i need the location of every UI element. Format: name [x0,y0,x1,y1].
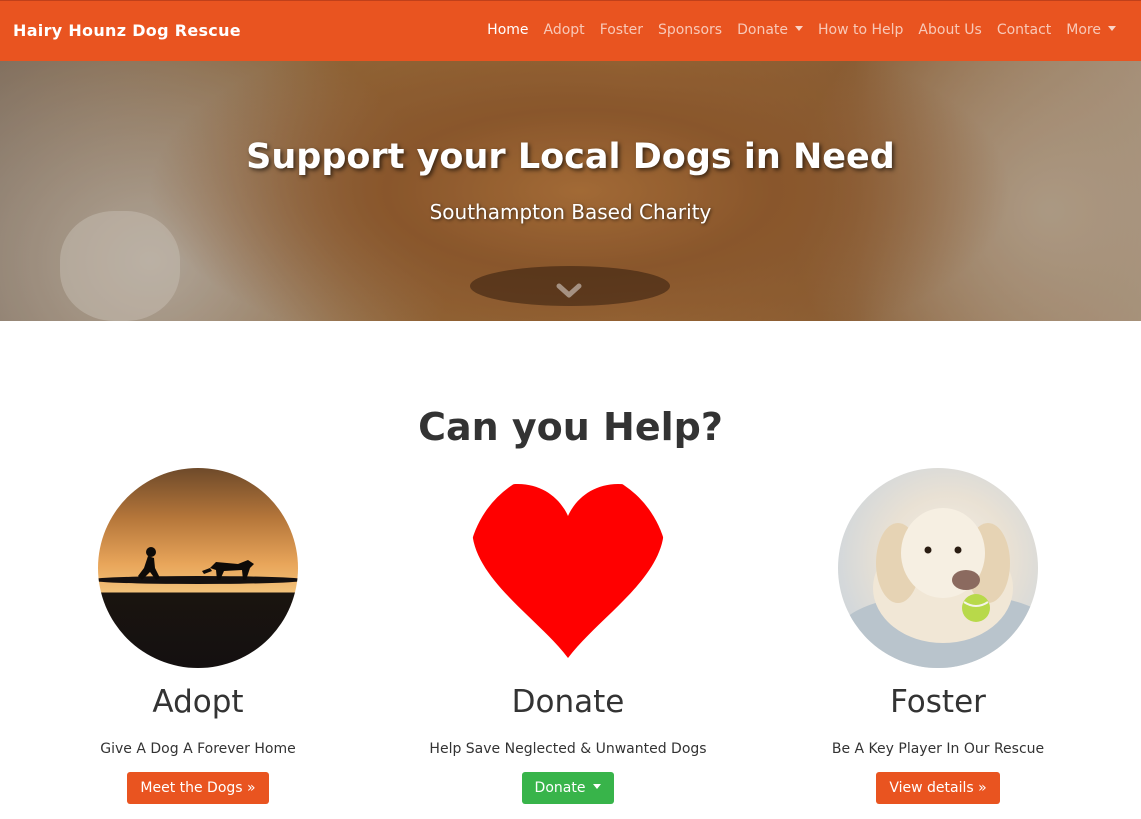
feature-text: Give A Dog A Forever Home [100,741,296,757]
feature-title: Foster [890,684,986,720]
nav-foster[interactable]: Foster [600,22,643,38]
nav-donate-label: Donate [737,22,788,38]
silhouette-image [98,547,298,584]
dog-photo-image [838,508,1038,668]
caret-down-icon [795,26,803,31]
brand-link[interactable]: Hairy Hounz Dog Rescue [13,21,241,40]
foster-image [838,468,1038,668]
nav-how-to-help[interactable]: How to Help [818,22,903,38]
section-heading: Can you Help? [418,405,723,449]
donate-dropdown-button[interactable]: Donate [521,772,615,804]
nav-donate-dropdown[interactable]: Donate [737,22,803,38]
meet-the-dogs-button[interactable]: Meet the Dogs » [127,772,269,804]
adopt-image [98,468,298,668]
hero-subtitle: Southampton Based Charity [429,200,712,224]
nav-contact[interactable]: Contact [997,22,1051,38]
feature-title: Donate [511,684,625,720]
nav-sponsors[interactable]: Sponsors [658,22,722,38]
feature-adopt: Adopt Give A Dog A Forever Home Meet the… [8,468,388,804]
donate-button-label: Donate [534,780,586,796]
caret-down-icon [593,784,602,789]
nav-home[interactable]: Home [487,22,528,38]
nav-about-us[interactable]: About Us [918,22,981,38]
hero-title: Support your Local Dogs in Need [246,137,895,177]
chevron-down-icon[interactable] [556,283,582,299]
feature-title: Adopt [152,684,244,720]
feature-text: Be A Key Player In Our Rescue [831,741,1045,757]
navbar: Hairy Hounz Dog Rescue Home Adopt Foster… [0,0,1141,61]
caret-down-icon [1108,26,1116,31]
heart-icon [468,468,668,668]
hero-overlay [0,61,1141,321]
feature-text: Help Save Neglected & Unwanted Dogs [429,741,707,757]
hero-banner: Support your Local Dogs in Need Southamp… [0,61,1141,321]
nav-more-dropdown[interactable]: More [1066,22,1116,38]
nav-links: Home Adopt Foster Sponsors Donate How to… [472,22,1116,38]
nav-more-label: More [1066,22,1101,38]
feature-donate: Donate Help Save Neglected & Unwanted Do… [378,468,758,804]
view-details-button[interactable]: View details » [876,772,1000,804]
feature-foster: Foster Be A Key Player In Our Rescue Vie… [748,468,1128,804]
nav-adopt[interactable]: Adopt [544,22,585,38]
